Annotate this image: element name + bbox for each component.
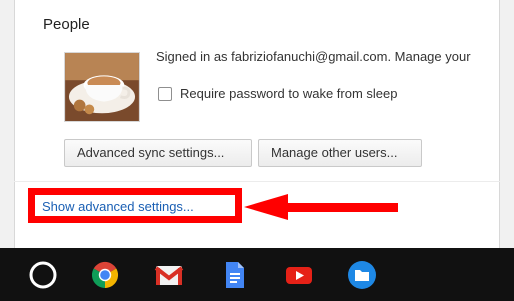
avatar[interactable] (64, 52, 140, 122)
manage-account-link[interactable]: . Manage your (387, 49, 470, 64)
docs-icon[interactable] (218, 259, 250, 291)
advanced-sync-settings-button[interactable]: Advanced sync settings... (64, 139, 252, 167)
gmail-icon[interactable] (153, 259, 185, 291)
chrome-icon[interactable] (89, 259, 121, 291)
files-icon[interactable] (346, 259, 378, 291)
require-password-checkbox[interactable] (158, 87, 172, 101)
coffee-image (65, 53, 139, 121)
section-title-people: People (43, 16, 90, 33)
annotation-arrow-icon (244, 194, 398, 220)
show-advanced-settings-link[interactable]: Show advanced settings... (42, 199, 194, 214)
launcher-icon[interactable] (27, 259, 59, 291)
manage-other-users-button[interactable]: Manage other users... (258, 139, 422, 167)
signed-in-prefix: Signed in as (156, 49, 232, 64)
youtube-icon[interactable] (283, 259, 315, 291)
account-email: fabriziofanuchi@gmail.com (231, 49, 388, 64)
signed-in-text: Signed in as fabriziofanuchi@gmail.com. … (156, 49, 514, 64)
divider (14, 181, 500, 182)
require-password-label[interactable]: Require password to wake from sleep (180, 86, 398, 101)
shelf-taskbar (0, 248, 514, 301)
